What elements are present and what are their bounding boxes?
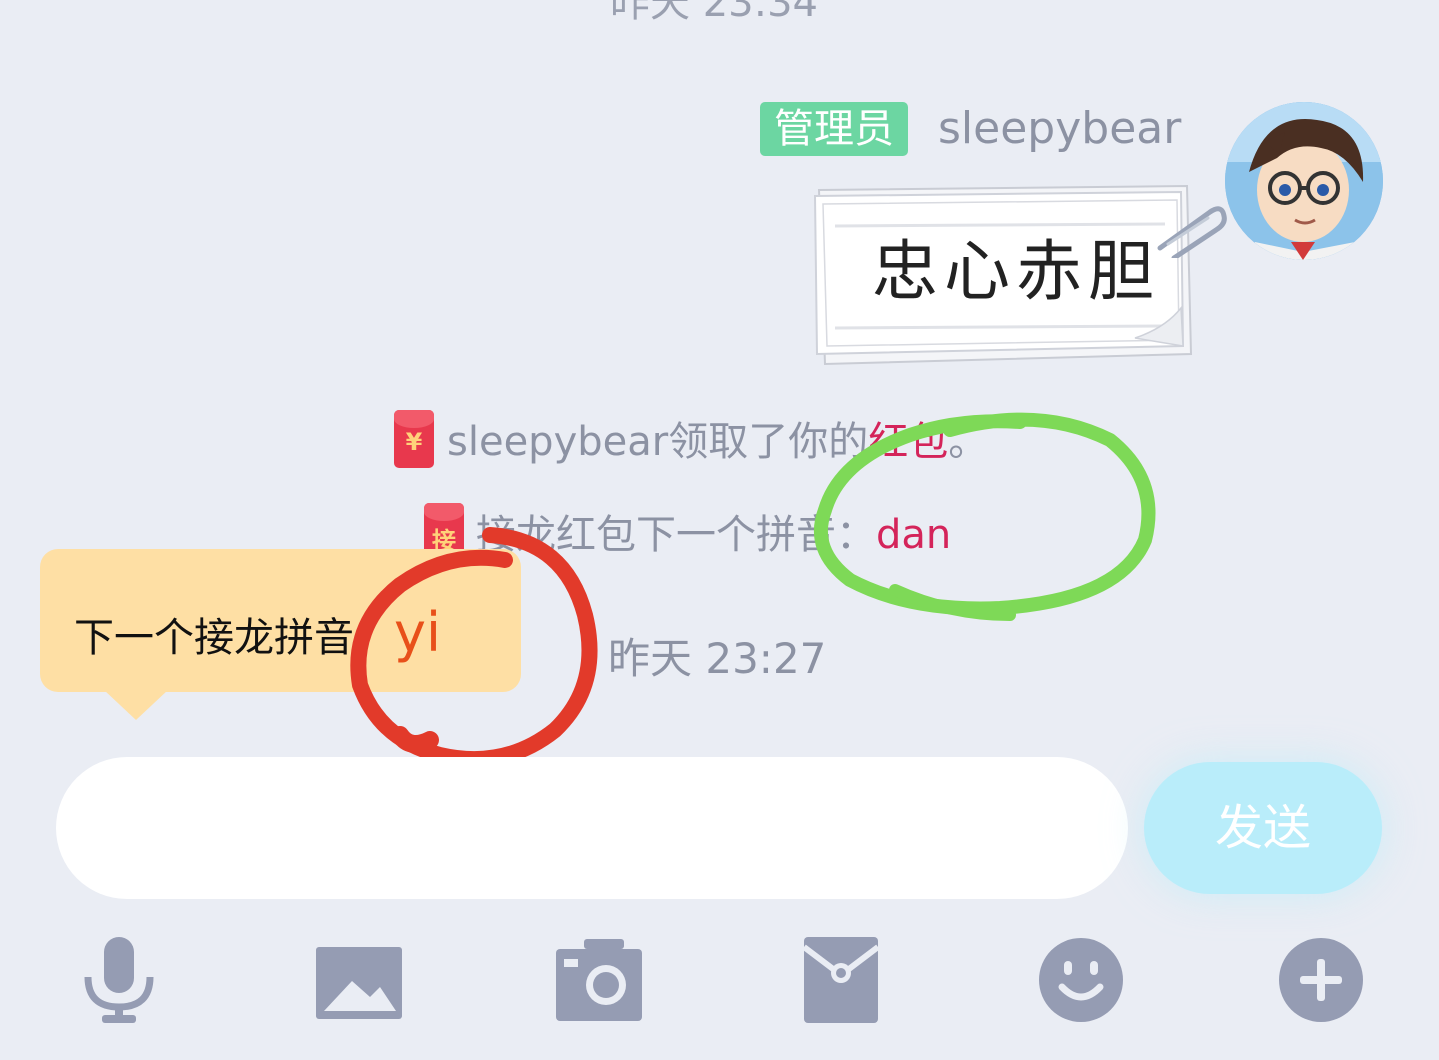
red-packet-icon[interactable] bbox=[796, 935, 886, 1025]
plus-icon[interactable] bbox=[1276, 935, 1366, 1025]
emoji-icon[interactable] bbox=[1036, 935, 1126, 1025]
message-input[interactable] bbox=[56, 757, 1128, 899]
sender-name[interactable]: sleepybear bbox=[938, 100, 1181, 158]
green-annotation-circle bbox=[813, 412, 1156, 621]
camera-icon[interactable] bbox=[554, 935, 644, 1025]
send-button[interactable]: 发送 bbox=[1144, 762, 1382, 894]
avatar-image bbox=[1225, 102, 1383, 260]
note-message-text: 忠心赤胆 bbox=[872, 233, 1160, 310]
red-annotation-circle bbox=[350, 527, 598, 768]
paperclip-icon bbox=[1157, 206, 1227, 258]
microphone-icon[interactable] bbox=[74, 935, 164, 1025]
image-icon[interactable] bbox=[314, 935, 404, 1025]
red-packet-icon: ¥ bbox=[394, 410, 434, 468]
avatar[interactable] bbox=[1225, 102, 1383, 260]
admin-badge: 管理员 bbox=[760, 102, 908, 156]
timestamp: 昨天 23:27 bbox=[608, 634, 827, 683]
tooltip-arrow bbox=[104, 690, 168, 720]
timestamp-top: 昨天 23:34 bbox=[610, 0, 818, 26]
